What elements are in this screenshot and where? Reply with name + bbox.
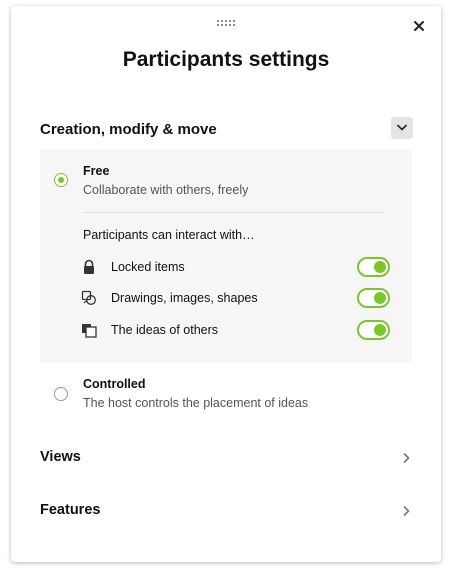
permission-label: The ideas of others: [111, 323, 219, 337]
ideas-of-others-toggle[interactable]: [357, 320, 390, 340]
locked-items-toggle[interactable]: [357, 257, 390, 277]
features-section-row[interactable]: Features: [40, 499, 410, 523]
free-description: Collaborate with others, freely: [83, 183, 249, 197]
shapes-icon: [81, 290, 97, 306]
chevron-down-icon: [397, 124, 407, 131]
collapse-button[interactable]: [391, 117, 413, 139]
interact-heading: Participants can interact with…: [83, 228, 255, 242]
permission-row-ideas: The ideas of others: [81, 319, 393, 341]
drawings-toggle[interactable]: [357, 288, 390, 308]
permission-label: Locked items: [111, 260, 185, 274]
dialog-title: Participants settings: [122, 48, 330, 71]
views-section-row[interactable]: Views: [40, 446, 410, 470]
divider: [83, 212, 384, 213]
chevron-right-icon: [403, 453, 410, 463]
free-option-panel: Free Collaborate with others, freely Par…: [40, 150, 412, 362]
close-icon[interactable]: [411, 18, 427, 34]
controlled-description: The host controls the placement of ideas: [83, 396, 309, 410]
permission-row-drawings: Drawings, images, shapes: [81, 287, 393, 309]
permission-label: Drawings, images, shapes: [111, 291, 258, 305]
creation-section-title: Creation, modify & move: [40, 121, 217, 138]
chevron-right-icon: [403, 506, 410, 516]
ideas-icon: [81, 322, 97, 338]
controlled-label: Controlled: [83, 377, 146, 391]
permission-row-locked-items: Locked items: [81, 256, 393, 278]
controlled-radio[interactable]: [54, 387, 68, 401]
views-label: Views: [40, 449, 81, 465]
free-radio[interactable]: [54, 173, 68, 187]
lock-icon: [81, 259, 97, 275]
features-label: Features: [40, 502, 101, 518]
free-label: Free: [83, 164, 110, 178]
participants-settings-dialog: Participants settings Creation, modify &…: [11, 6, 441, 562]
drag-handle-icon[interactable]: [217, 20, 235, 28]
